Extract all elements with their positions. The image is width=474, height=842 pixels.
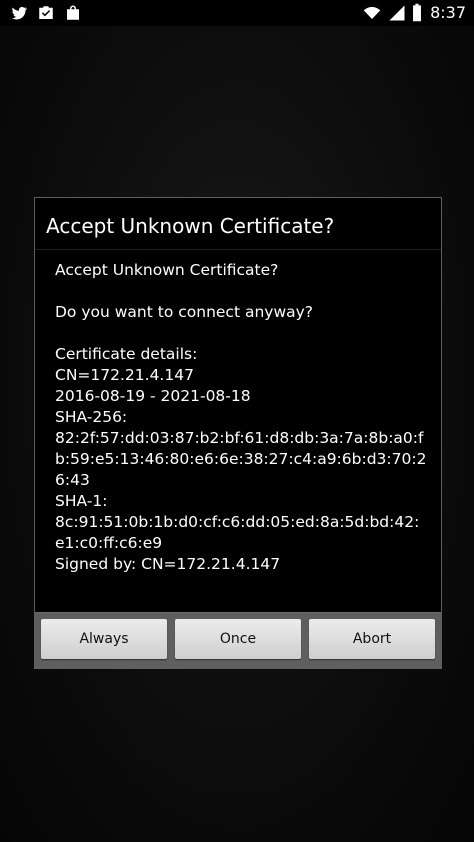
abort-button[interactable]: Abort	[309, 619, 435, 659]
certificate-dialog: Accept Unknown Certificate? Accept Unkno…	[34, 197, 442, 669]
certificate-validity: 2016-08-19 - 2021-08-18	[55, 387, 251, 405]
sha256-value: 82:2f:57:dd:03:87:b2:bf:61:d8:db:3a:7a:8…	[55, 429, 427, 489]
twitter-icon	[11, 6, 28, 20]
question-text: Do you want to connect anyway?	[55, 303, 314, 321]
dialog-button-bar: Always Once Abort	[35, 612, 441, 668]
clock: 8:37	[430, 3, 466, 22]
details-label: Certificate details:	[55, 345, 198, 363]
battery-icon	[413, 3, 422, 22]
briefcase-check-icon	[39, 6, 53, 19]
sha1-value: 8c:91:51:0b:1b:d0:cf:c6:dd:05:ed:8a:5d:b…	[55, 513, 420, 552]
system-icons: 8:37	[362, 3, 466, 22]
always-button[interactable]: Always	[41, 619, 167, 659]
sha1-label: SHA-1:	[55, 492, 108, 510]
notification-icons	[10, 4, 82, 22]
dialog-title: Accept Unknown Certificate?	[35, 198, 441, 250]
signal-icon	[389, 5, 405, 20]
status-bar: 8:37	[0, 0, 474, 26]
signed-by: Signed by: CN=172.21.4.147	[55, 555, 281, 573]
once-button[interactable]: Once	[175, 619, 301, 659]
message-heading: Accept Unknown Certificate?	[55, 261, 279, 279]
sha256-label: SHA-256:	[55, 408, 128, 426]
shopping-bag-icon	[67, 5, 79, 20]
dialog-message: Accept Unknown Certificate? Do you want …	[55, 260, 427, 575]
certificate-cn: CN=172.21.4.147	[55, 366, 194, 384]
wifi-icon	[363, 6, 381, 19]
